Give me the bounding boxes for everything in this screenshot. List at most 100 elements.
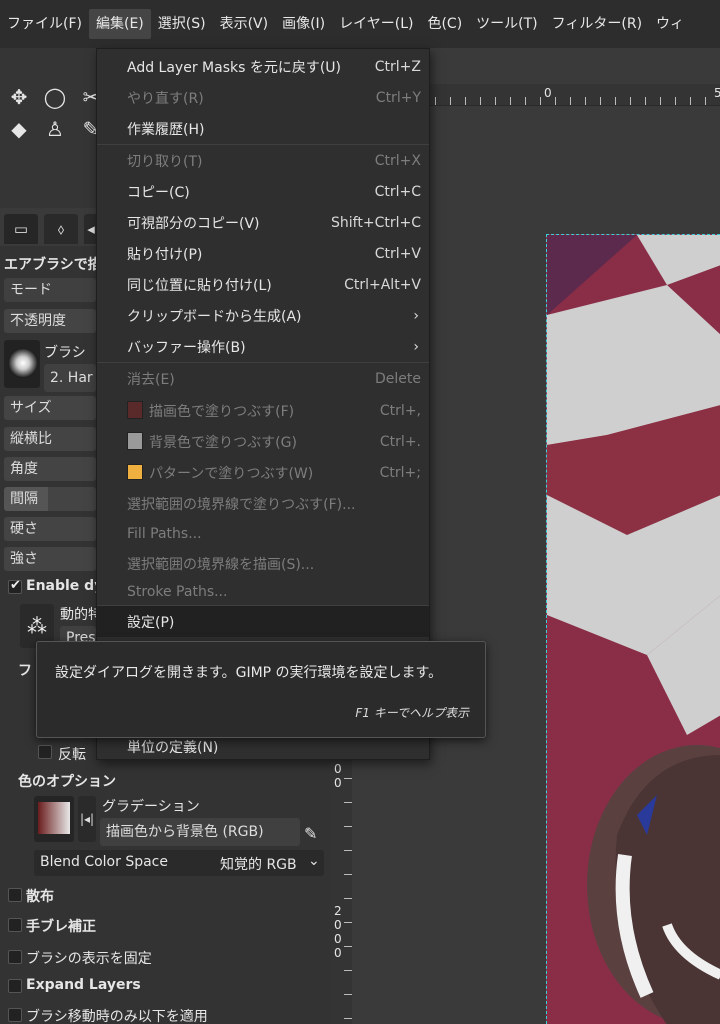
aspect-ratio-slider[interactable]: 縦横比	[4, 427, 96, 451]
angle-slider[interactable]: 角度	[4, 457, 96, 481]
menu-item-accel: Delete	[375, 370, 421, 387]
menu-item-label: 単位の定義(N)	[127, 739, 219, 756]
chevron-down-icon: ⌄	[308, 853, 320, 869]
tool-options-tab[interactable]: ▭	[4, 214, 38, 244]
ellipse-select-icon[interactable]: ◯	[42, 84, 68, 110]
menu-item-clear[interactable]: 消去(E) Delete	[97, 363, 429, 394]
bg-color-swatch	[127, 432, 143, 450]
menu-item-label: 描画色で塗りつぶす(F)	[149, 403, 295, 420]
dock-tabs: ▭ ⬨ ◂	[0, 212, 110, 246]
menu-color[interactable]: 色(C)	[420, 9, 469, 39]
menu-item-paste-as[interactable]: クリップボードから生成(A) ›	[97, 300, 429, 331]
move-tool-icon[interactable]: ✥	[6, 84, 32, 110]
menu-item-fill-selection[interactable]: 選択範囲の境界線で塗りつぶす(F)...	[97, 488, 429, 519]
gradient-preview[interactable]	[34, 796, 74, 842]
size-slider[interactable]: サイズ	[4, 396, 96, 420]
brush-select[interactable]: 2. Har	[44, 364, 96, 392]
menu-item-label: 背景色で塗りつぶす(G)	[149, 434, 297, 451]
menu-item-accel: Ctrl+X	[374, 152, 421, 169]
menu-file[interactable]: ファイル(F)	[0, 9, 89, 39]
apply-jitter-checkbox[interactable]	[8, 1008, 22, 1022]
menu-item-label: 作業履歴(H)	[127, 121, 205, 138]
hardness-slider[interactable]: 硬さ	[4, 517, 96, 541]
eraser-icon[interactable]: ◆	[6, 116, 32, 142]
gradient-reverse-button[interactable]: |◂|	[78, 796, 96, 842]
menu-item-copy[interactable]: コピー(C) Ctrl+C	[97, 176, 429, 207]
image-canvas[interactable]	[546, 234, 720, 1024]
menu-item-undo[interactable]: Add Layer Masks を元に戻す(U) Ctrl+Z	[97, 51, 429, 82]
menu-item-label: Add Layer Masks を元に戻す(U)	[127, 59, 342, 76]
menu-item-accel: Ctrl+;	[379, 464, 421, 481]
menu-item-stroke-selection[interactable]: 選択範囲の境界線を描画(S)...	[97, 548, 429, 579]
menu-item-copy-visible[interactable]: 可視部分のコピー(V) Shift+Ctrl+C	[97, 207, 429, 238]
gradient-label: グラデーション	[102, 799, 200, 815]
menu-item-cut[interactable]: 切り取り(T) Ctrl+X	[97, 145, 429, 176]
ruler-v-label-6: 0	[334, 946, 342, 960]
menu-item-fill-pattern[interactable]: パターンで塗りつぶす(W) Ctrl+;	[97, 457, 429, 488]
menu-edit[interactable]: 編集(E)	[88, 9, 151, 39]
menu-item-label: Fill Paths...	[127, 525, 202, 542]
smooth-stroke-checkbox[interactable]	[8, 918, 22, 932]
menu-item-fill-fg[interactable]: 描画色で塗りつぶす(F) Ctrl+,	[97, 395, 429, 426]
spacing-slider[interactable]: 間隔	[4, 487, 96, 511]
menu-item-label: 可視部分のコピー(V)	[127, 215, 260, 232]
ruler-v-label-4: 0	[334, 918, 342, 932]
menu-view[interactable]: 表示(V)	[213, 9, 276, 39]
menu-tools[interactable]: ツール(T)	[469, 9, 544, 39]
menu-item-label: コピー(C)	[127, 184, 190, 201]
enable-dynamics-label: Enable dy	[26, 578, 104, 594]
scatter-checkbox[interactable]	[8, 888, 22, 902]
enable-dynamics-checkbox[interactable]	[8, 578, 22, 594]
menu-item-accel: Ctrl+C	[374, 183, 421, 200]
menu-select[interactable]: 選択(S)	[151, 9, 213, 39]
blend-color-space-label: Blend Color Space	[40, 854, 168, 870]
menu-item-label: 消去(E)	[127, 371, 175, 388]
mode-field[interactable]: モード	[4, 278, 96, 302]
menu-item-label: Stroke Paths...	[127, 583, 228, 600]
gradient-edit-icon[interactable]: ✎	[304, 824, 317, 843]
fade-options-label: フ	[18, 663, 32, 679]
clone-stamp-icon[interactable]: ♙	[42, 116, 68, 142]
menu-item-undo-history[interactable]: 作業履歴(H)	[97, 113, 429, 144]
reverse-checkbox[interactable]	[38, 745, 52, 759]
gradient-select[interactable]: 描画色から背景色 (RGB)	[100, 818, 300, 846]
blend-color-space-value: 知覚的 RGB	[220, 857, 297, 873]
menu-item-redo[interactable]: やり直す(R) Ctrl+Y	[97, 82, 429, 113]
menu-item-fill-paths[interactable]: Fill Paths...	[97, 518, 429, 549]
force-slider[interactable]: 強さ	[4, 547, 96, 571]
expand-layers-label: Expand Layers	[26, 977, 141, 993]
menu-item-label: 選択範囲の境界線で塗りつぶす(F)...	[127, 496, 356, 513]
menu-item-label: パターンで塗りつぶす(W)	[149, 465, 314, 482]
menu-item-buffer[interactable]: バッファー操作(B) ›	[97, 331, 429, 362]
menu-item-accel: Shift+Ctrl+C	[331, 214, 421, 231]
ruler-label-5: 5	[714, 86, 720, 100]
menu-filters[interactable]: フィルター(R)	[545, 9, 649, 39]
menu-item-paste-in-place[interactable]: 同じ位置に貼り付け(L) Ctrl+Alt+V	[97, 269, 429, 300]
brush-preview[interactable]	[4, 340, 40, 388]
menu-windows[interactable]: ウィ	[649, 9, 691, 39]
smooth-stroke-label: 手ブレ補正	[26, 919, 96, 935]
expand-layers-checkbox[interactable]	[8, 979, 22, 993]
menu-item-label: 切り取り(T)	[127, 153, 203, 170]
ruler-v-label-2: 0	[334, 776, 342, 790]
menu-item-paste[interactable]: 貼り付け(P) Ctrl+V	[97, 238, 429, 269]
opacity-slider[interactable]: 不透明度	[4, 309, 96, 333]
menu-image[interactable]: 画像(I)	[275, 9, 332, 39]
menu-item-label: 選択範囲の境界線を描画(S)...	[127, 556, 315, 573]
menu-item-label: クリップボードから生成(A)	[127, 308, 302, 325]
menu-item-preferences[interactable]: 設定(P)	[97, 606, 429, 637]
blend-color-space-select[interactable]: Blend Color Space 知覚的 RGB ⌄	[34, 850, 324, 876]
menu-item-stroke-paths[interactable]: Stroke Paths...	[97, 576, 429, 607]
tool-options-title: エアブラシで描	[4, 257, 102, 273]
menu-item-fill-bg[interactable]: 背景色で塗りつぶす(G) Ctrl+.	[97, 426, 429, 457]
menu-item-label: バッファー操作(B)	[127, 339, 246, 356]
menu-item-accel: Ctrl+Z	[374, 58, 421, 75]
menu-item-accel: Ctrl+Y	[375, 89, 421, 106]
tooltip-help-hint: F1 キーでヘルプ表示	[355, 706, 469, 720]
apply-jitter-label: ブラシ移動時のみ以下を適用	[26, 1009, 208, 1024]
device-status-tab[interactable]: ⬨	[44, 214, 78, 244]
menu-layer[interactable]: レイヤー(L)	[332, 9, 420, 39]
chevron-right-icon: ›	[413, 307, 419, 324]
tooltip-text: 設定ダイアログを開きます。GIMP の実行環境を設定します。	[55, 665, 443, 681]
lock-brush-checkbox[interactable]	[8, 950, 22, 964]
